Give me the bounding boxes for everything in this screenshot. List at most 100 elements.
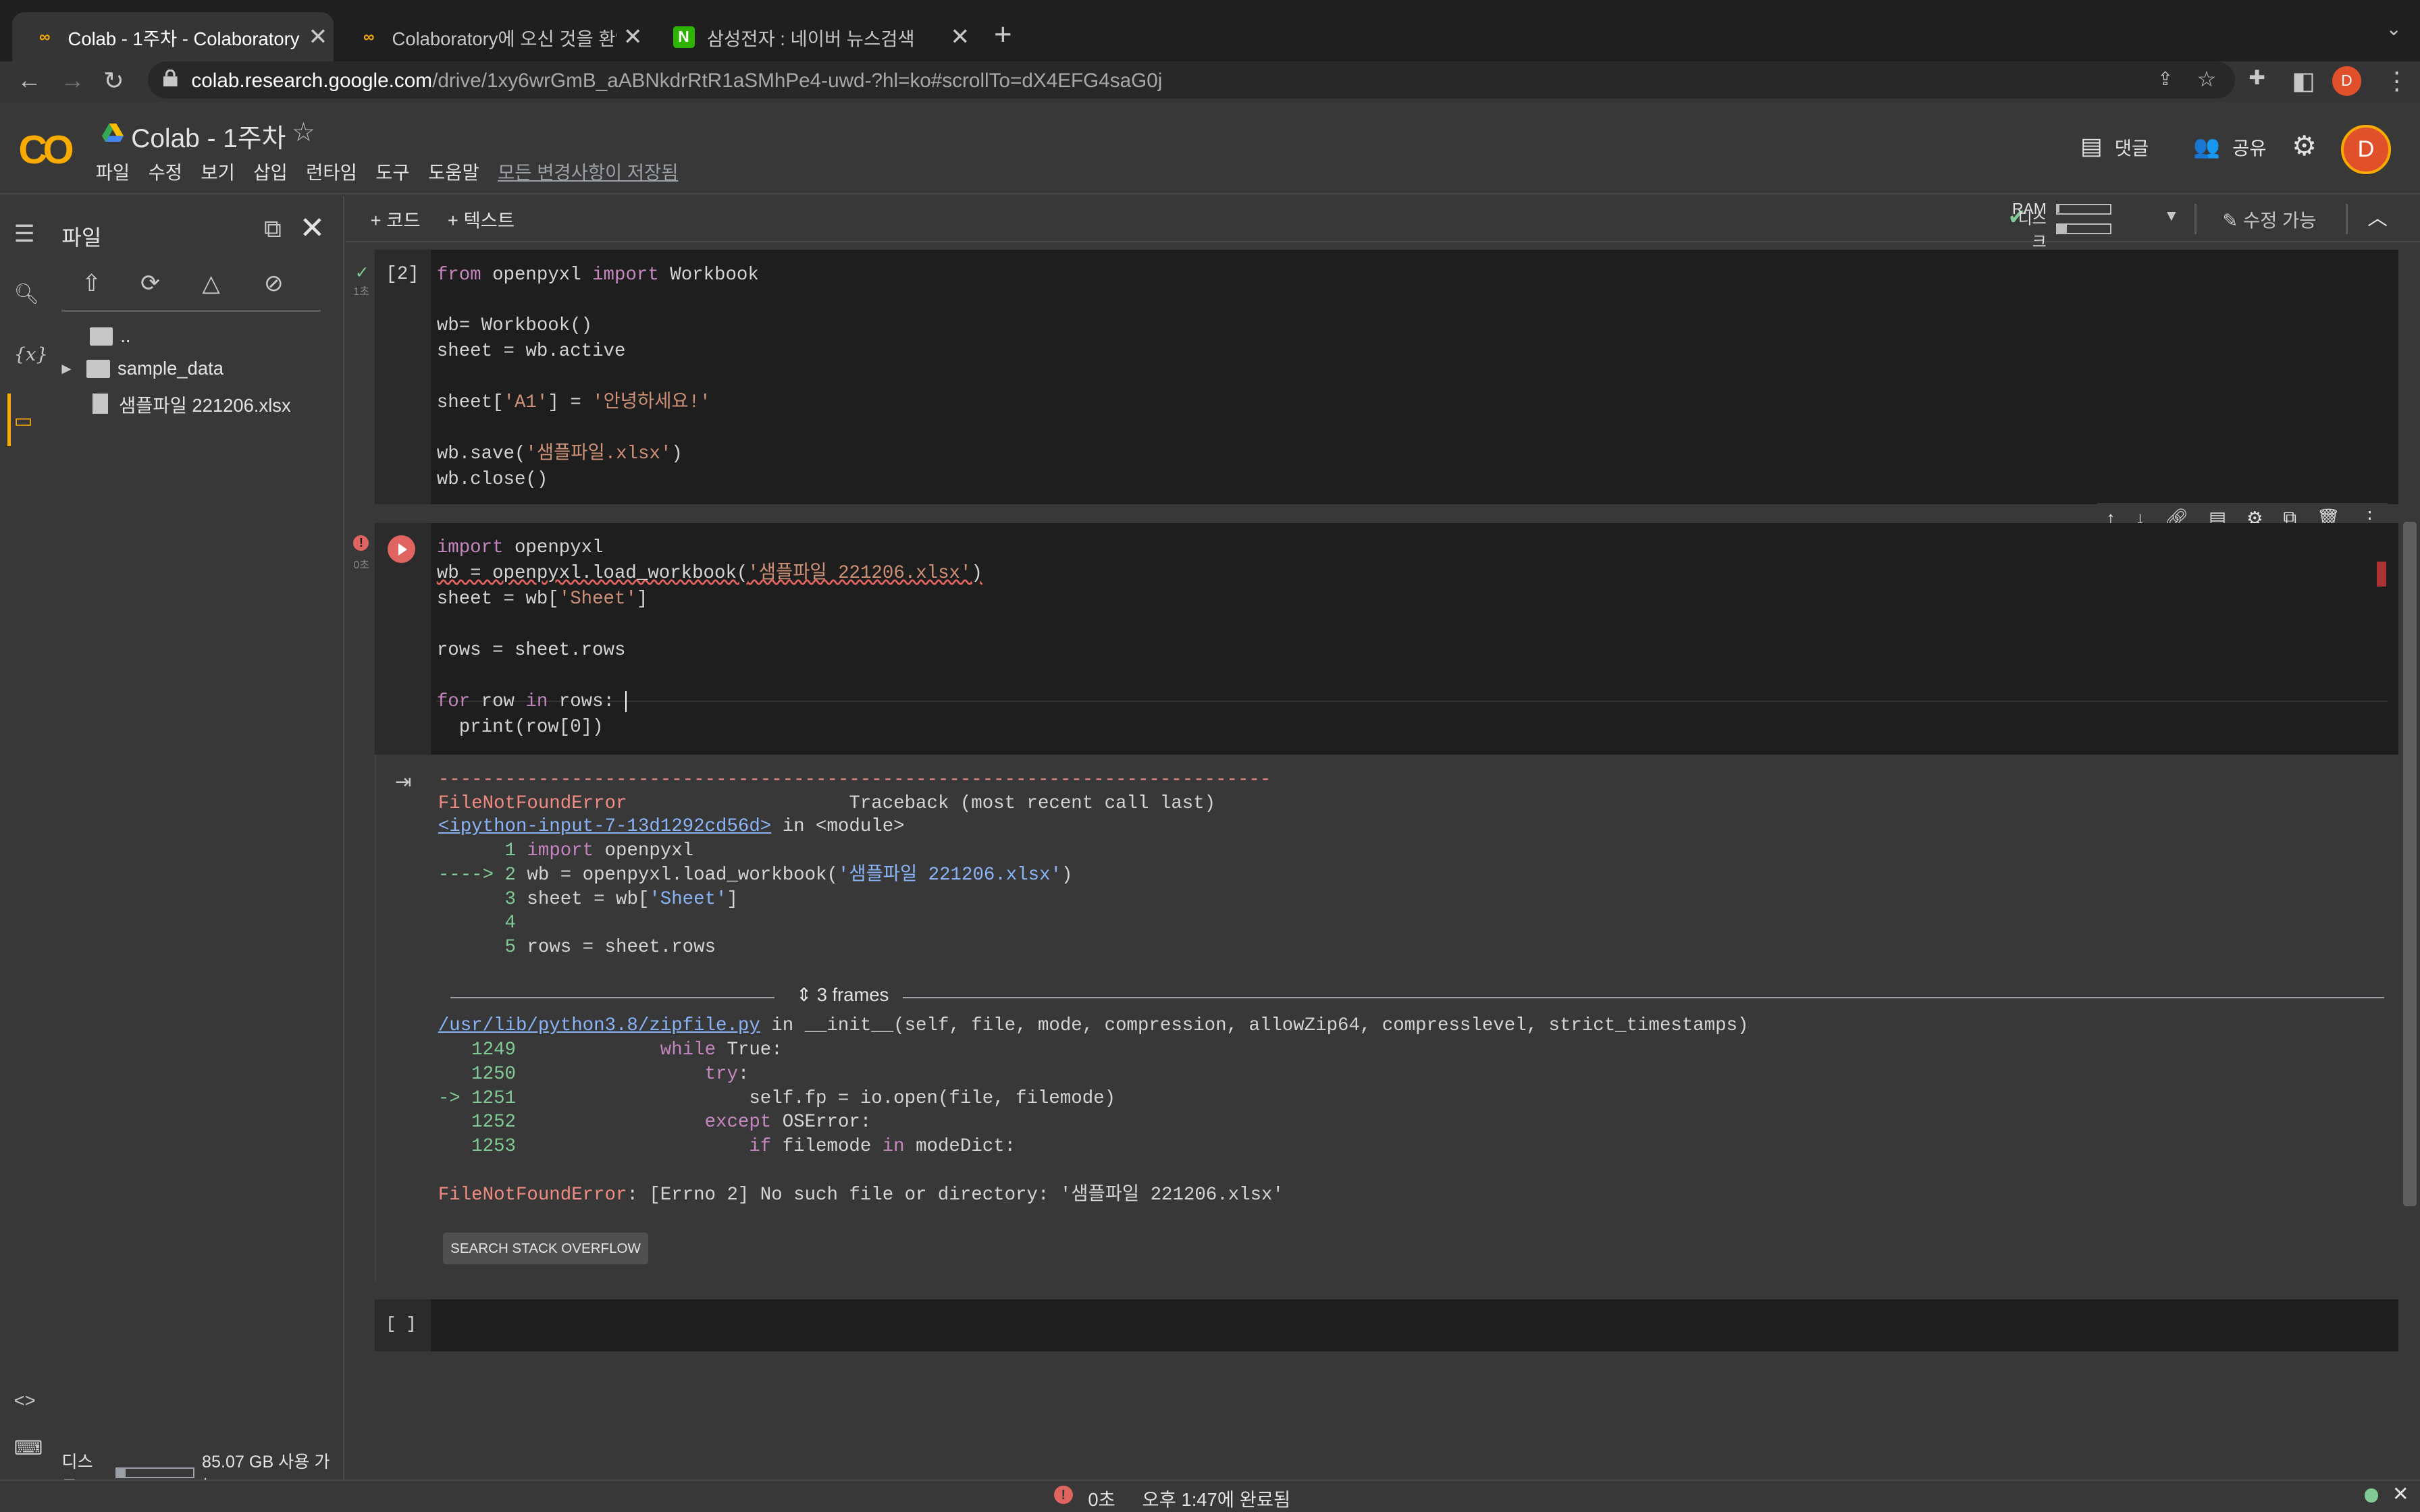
frames-toggle[interactable]: ⇕ 3 frames <box>796 984 889 1006</box>
code-cell-3[interactable]: [ ] <box>375 1299 2398 1352</box>
zipfile-signature: in __init__(self, file, mode, compressio… <box>760 1015 1749 1036</box>
side-panel-icon[interactable]: ◧ <box>2292 66 2315 95</box>
browser-toolbar: ← → ↻ colab.research.google.com/drive/1x… <box>0 61 2420 102</box>
tree-item-sample-data[interactable]: ▶ sample_data <box>61 358 223 379</box>
share-page-icon[interactable]: ⇪ <box>2157 68 2173 90</box>
people-icon: 👥 <box>2192 134 2220 159</box>
code-editor[interactable]: from openpyxl import Workbook wb= Workbo… <box>437 263 759 493</box>
add-text-button[interactable]: + 텍스트 <box>448 205 515 232</box>
close-icon[interactable]: ✕ <box>617 24 648 51</box>
google-drive-icon <box>101 123 124 142</box>
chevron-down-icon[interactable]: ▼ <box>2164 207 2180 225</box>
exec-count[interactable]: [2] <box>386 264 419 285</box>
exec-count[interactable]: [ ] <box>386 1314 416 1334</box>
colab-logo[interactable]: CO <box>18 126 74 173</box>
add-code-button[interactable]: + 코드 <box>371 205 421 232</box>
success-check-icon: ✓ <box>354 263 369 282</box>
avatar[interactable]: D <box>2341 125 2391 175</box>
save-status[interactable]: 모든 변경사항이 저장됨 <box>498 157 678 184</box>
new-tab-icon[interactable]: + <box>994 17 1012 52</box>
tab-colab-welcome[interactable]: ∞ Colaboratory에 오신 것을 환영합니다 ✕ <box>336 12 648 61</box>
mount-drive-icon[interactable]: △ <box>202 270 219 297</box>
files-panel: 파일 ⧉ ✕ ⇧ ⟳ △ ⊘ .. ▶ sample_data 샘플파일 221… <box>52 196 344 1496</box>
code-snippets-icon[interactable]: <> <box>14 1390 36 1411</box>
scrollbar[interactable] <box>2402 521 2417 1207</box>
completed-time: 오후 1:47에 완료됨 <box>1142 1488 1291 1510</box>
code-cell-2[interactable]: ! 0초 import openpyxl wb = openpyxl.load_… <box>353 522 2398 755</box>
bookmark-star-icon[interactable]: ☆ <box>2197 66 2217 92</box>
final-error: FileNotFoundError: [Errno 2] No such fil… <box>438 1185 1284 1206</box>
divider <box>450 996 775 998</box>
frames-label: 3 frames <box>816 984 889 1006</box>
menu-insert[interactable]: 삽입 <box>253 157 287 184</box>
error-header: FileNotFoundError Traceback (most recent… <box>438 792 1216 814</box>
resources-indicator[interactable]: RAM 디스크 <box>2009 199 2111 250</box>
disk-bar <box>115 1467 194 1479</box>
menu-tools[interactable]: 도구 <box>375 157 409 184</box>
zipfile-link[interactable]: /usr/lib/python3.8/zipfile.py <box>438 1015 760 1036</box>
reload-icon[interactable]: ↻ <box>103 66 124 95</box>
menu-view[interactable]: 보기 <box>201 157 234 184</box>
collapse-header-icon[interactable]: ︿ <box>2367 202 2388 231</box>
settings-gear-icon[interactable]: ⚙ <box>2292 130 2317 162</box>
edit-mode-label: 수정 가능 <box>2242 209 2317 231</box>
menu-runtime[interactable]: 런타임 <box>306 157 357 184</box>
comments-button[interactable]: ▤ 댓글 <box>2080 133 2149 160</box>
connection-status-icon <box>2364 1488 2379 1503</box>
tree-item-label: .. <box>120 325 131 347</box>
disk-label: 디스크 <box>2018 210 2047 251</box>
run-cell-button[interactable] <box>387 535 415 564</box>
tab-colab-1[interactable]: ∞ Colab - 1주차 - Colaboratory ✕ <box>12 12 334 62</box>
folder-icon[interactable]: ▭ <box>14 409 33 433</box>
variables-icon[interactable]: {x} <box>14 344 48 365</box>
back-icon[interactable]: ← <box>17 66 42 94</box>
code-cell-1[interactable]: ✓ 1초 [2] from openpyxl import Workbook w… <box>353 250 2398 505</box>
close-icon[interactable]: ✕ <box>299 210 325 246</box>
left-rail: ☰ 🔍︎ {x} ▭ <> ⌨ <box>0 196 53 1480</box>
divider <box>902 996 2385 998</box>
tab-title: 삼성전자 : 네이버 뉴스검색 <box>706 28 915 49</box>
close-icon[interactable]: ✕ <box>2392 1482 2409 1506</box>
toc-icon[interactable]: ☰ <box>14 221 35 248</box>
tab-naver[interactable]: N 삼성전자 : 네이버 뉴스검색 ✕ <box>652 12 976 61</box>
forward-icon[interactable]: → <box>60 66 85 94</box>
chevron-down-icon[interactable]: ⌄ <box>2386 18 2402 40</box>
open-in-tab-icon[interactable]: ⧉ <box>264 215 282 244</box>
share-button[interactable]: 👥 공유 <box>2193 133 2267 160</box>
tree-item-parent[interactable]: .. <box>89 325 131 347</box>
ipython-input-link[interactable]: <ipython-input-7-13d1292cd56d> <box>438 816 771 837</box>
search-stack-overflow-button[interactable]: SEARCH STACK OVERFLOW <box>442 1233 649 1265</box>
star-icon[interactable]: ☆ <box>292 117 315 148</box>
extensions-icon[interactable]: ✚ <box>2248 66 2265 90</box>
upload-file-icon[interactable]: ⇧ <box>82 270 101 297</box>
menu-help[interactable]: 도움말 <box>428 157 479 184</box>
refresh-folder-icon[interactable]: ⟳ <box>140 270 160 297</box>
notebook-title[interactable]: Colab - 1주차 <box>131 117 286 155</box>
close-icon[interactable]: ✕ <box>302 24 334 51</box>
file-icon <box>93 394 108 414</box>
search-icon[interactable]: 🔍︎ <box>14 282 40 306</box>
code-editor[interactable]: import openpyxl wb = openpyxl.load_workb… <box>437 535 982 740</box>
menu-bar: 파일 수정 보기 삽입 런타임 도구 도움말 모든 변경사항이 저장됨 <box>96 157 697 184</box>
output-actions-icon[interactable]: ⇥ <box>395 770 412 794</box>
menu-file[interactable]: 파일 <box>96 157 130 184</box>
menu-edit[interactable]: 수정 <box>149 157 182 184</box>
close-icon[interactable]: ✕ <box>945 24 976 51</box>
divider <box>61 310 321 312</box>
status-bar: ! 0초 오후 1:47에 완료됨 ✕ <box>0 1479 2420 1512</box>
expand-arrow-icon[interactable]: ▶ <box>61 361 71 376</box>
profile-avatar[interactable]: D <box>2332 66 2362 96</box>
tab-title: Colaboratory에 오신 것을 환영합니다 <box>392 28 618 49</box>
cell-output: ⇥ --------------------------------------… <box>375 754 2398 1282</box>
comment-icon: ▤ <box>2080 133 2103 159</box>
folder-icon <box>86 359 110 378</box>
zipfile-source: 1249 while True: 1250 try: -> 1251 self.… <box>438 1040 1116 1157</box>
kebab-menu-icon[interactable]: ⋮ <box>2384 66 2409 95</box>
address-bar[interactable]: colab.research.google.com/drive/1xy6wrGm… <box>148 61 2235 99</box>
tree-item-xlsx[interactable]: 샘플파일 221206.xlsx <box>93 390 291 417</box>
edit-mode-button[interactable]: ✎ 수정 가능 <box>2222 205 2316 232</box>
terminal-icon[interactable]: ⌨ <box>14 1436 43 1460</box>
tab-title: Colab - 1주차 - Colaboratory <box>68 28 300 49</box>
disk-bar <box>2055 223 2111 235</box>
hide-files-icon[interactable]: ⊘ <box>264 270 284 297</box>
